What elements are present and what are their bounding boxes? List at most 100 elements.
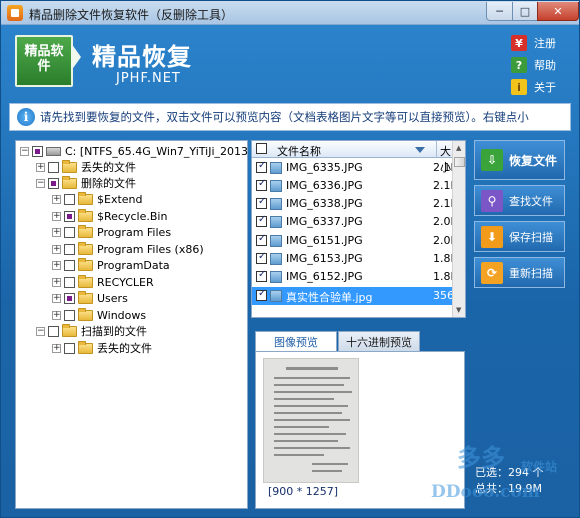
image-file-icon bbox=[270, 180, 282, 192]
tree-checkbox[interactable] bbox=[32, 145, 43, 157]
file-row[interactable]: IMG_6336.JPG 2.1M bbox=[252, 177, 460, 195]
file-row[interactable]: IMG_6337.JPG 2.0M bbox=[252, 213, 460, 231]
file-checkbox[interactable] bbox=[256, 196, 267, 209]
folder-icon bbox=[62, 175, 77, 189]
maximize-button[interactable]: □ bbox=[512, 2, 538, 21]
close-button[interactable]: ✕ bbox=[537, 2, 579, 21]
tree-checkbox[interactable] bbox=[64, 243, 75, 255]
cart-icon: ¥ bbox=[511, 35, 527, 51]
file-checkbox[interactable] bbox=[256, 178, 267, 191]
file-name: IMG_6151.JPG bbox=[286, 234, 363, 247]
tree-node-scanned-files[interactable]: − 扫描到的文件 bbox=[36, 323, 147, 339]
sort-arrow-icon[interactable] bbox=[415, 147, 425, 153]
register-label: 注册 bbox=[534, 37, 556, 50]
scroll-down-icon[interactable]: ▼ bbox=[456, 306, 461, 314]
recover-label: 恢复文件 bbox=[509, 153, 558, 168]
folder-icon bbox=[62, 159, 77, 173]
tree-checkbox[interactable] bbox=[64, 276, 75, 288]
file-row[interactable]: IMG_6338.JPG 2.1M bbox=[252, 195, 460, 213]
folder-icon bbox=[62, 323, 77, 337]
file-checkbox[interactable] bbox=[256, 233, 267, 246]
tree-checkbox[interactable] bbox=[64, 342, 75, 354]
column-divider[interactable] bbox=[436, 141, 437, 158]
tree-node-drive-c[interactable]: − C: [NTFS_65.4G_Win7_YiTiJi_2013-04-0 bbox=[20, 143, 247, 159]
file-checkbox[interactable] bbox=[256, 269, 267, 282]
expand-icon[interactable]: + bbox=[52, 211, 61, 221]
tree-node-extend[interactable]: + $Extend bbox=[52, 191, 143, 207]
expand-icon[interactable]: + bbox=[52, 194, 61, 204]
file-checkbox[interactable] bbox=[256, 288, 267, 301]
app-logo: 精品软件 bbox=[15, 35, 73, 87]
logo-arrow-icon bbox=[71, 43, 81, 71]
info-circle-icon: i bbox=[17, 108, 35, 126]
tree-node-programdata[interactable]: + ProgramData bbox=[52, 257, 170, 273]
rescan-button[interactable]: ⟳ 重新扫描 bbox=[474, 257, 565, 288]
file-row[interactable]: IMG_6153.JPG 1.8M bbox=[252, 250, 460, 268]
tree-checkbox[interactable] bbox=[64, 292, 75, 304]
collapse-icon[interactable]: − bbox=[20, 146, 29, 156]
tree-checkbox[interactable] bbox=[48, 177, 59, 189]
magnifier-icon: ⚲ bbox=[481, 189, 503, 212]
expand-icon[interactable]: + bbox=[52, 343, 61, 353]
info-bar: i 请先找到要恢复的文件，双击文件可以预览内容（文档表格图片文字等可以直接预览）… bbox=[9, 103, 571, 131]
tab-image-preview[interactable]: 图像预览 bbox=[255, 331, 337, 351]
expand-icon[interactable]: + bbox=[52, 293, 61, 303]
file-row[interactable]: IMG_6151.JPG 2.0M bbox=[252, 232, 460, 250]
tree-checkbox[interactable] bbox=[64, 309, 75, 321]
file-checkbox[interactable] bbox=[256, 251, 267, 264]
file-row[interactable]: IMG_6152.JPG 1.8M bbox=[252, 268, 460, 286]
tree-label: Program Files bbox=[97, 225, 172, 239]
file-row[interactable]: IMG_6335.JPG 2.1M bbox=[252, 159, 460, 177]
tree-node-users[interactable]: + Users bbox=[52, 290, 128, 306]
tree-node-deleted-files[interactable]: − 删除的文件 bbox=[36, 175, 136, 191]
tree-node-program-files-x86[interactable]: + Program Files (x86) bbox=[52, 241, 204, 257]
about-link[interactable]: i 关于 bbox=[511, 78, 556, 96]
expand-icon[interactable]: + bbox=[36, 162, 45, 172]
find-files-button[interactable]: ⚲ 查找文件 bbox=[474, 185, 565, 216]
tree-checkbox[interactable] bbox=[64, 259, 75, 271]
info-text: 请先找到要恢复的文件，双击文件可以预览内容（文档表格图片文字等可以直接预览）。右… bbox=[40, 110, 529, 124]
image-file-icon bbox=[270, 216, 282, 228]
file-name: IMG_6152.JPG bbox=[286, 270, 363, 283]
column-header-name[interactable]: 文件名称 bbox=[277, 143, 321, 159]
image-preview-panel: [900 * 1257] bbox=[255, 351, 465, 509]
collapse-icon[interactable]: − bbox=[36, 178, 45, 188]
rescan-label: 重新扫描 bbox=[509, 266, 553, 280]
expand-icon[interactable]: + bbox=[52, 310, 61, 320]
tree-label: 丢失的文件 bbox=[97, 342, 152, 355]
tree-checkbox[interactable] bbox=[64, 210, 75, 222]
tree-node-scanned-lost[interactable]: + 丢失的文件 bbox=[52, 340, 152, 356]
expand-icon[interactable]: + bbox=[52, 227, 61, 237]
tree-checkbox[interactable] bbox=[48, 325, 59, 337]
tree-checkbox[interactable] bbox=[64, 226, 75, 238]
help-link[interactable]: ? 帮助 bbox=[511, 56, 556, 74]
recover-files-button[interactable]: ⇩ 恢复文件 bbox=[474, 140, 565, 180]
tree-checkbox[interactable] bbox=[48, 161, 59, 173]
tree-label: $Recycle.Bin bbox=[97, 209, 168, 223]
collapse-icon[interactable]: − bbox=[36, 326, 45, 336]
tree-node-program-files[interactable]: + Program Files bbox=[52, 224, 171, 240]
tab-hex-preview[interactable]: 十六进制预览 bbox=[338, 331, 420, 351]
file-row-selected[interactable]: 真实性合验单.jpg 356.3 bbox=[252, 287, 465, 305]
tree-node-windows[interactable]: + Windows bbox=[52, 307, 146, 323]
file-checkbox[interactable] bbox=[256, 160, 267, 173]
register-link[interactable]: ¥ 注册 bbox=[511, 34, 556, 52]
minimize-button[interactable]: ─ bbox=[486, 2, 513, 21]
save-scan-button[interactable]: ⬇ 保存扫描 bbox=[474, 221, 565, 252]
expand-icon[interactable]: + bbox=[52, 260, 61, 270]
expand-icon[interactable]: + bbox=[52, 277, 61, 287]
tree-node-recycle-bin[interactable]: + $Recycle.Bin bbox=[52, 208, 167, 224]
select-all-checkbox[interactable] bbox=[256, 143, 267, 154]
tree-node-lost-files[interactable]: + 丢失的文件 bbox=[36, 159, 136, 175]
tree-checkbox[interactable] bbox=[64, 193, 75, 205]
file-checkbox[interactable] bbox=[256, 214, 267, 227]
scrollbar-thumb[interactable] bbox=[454, 157, 465, 167]
expand-icon[interactable]: + bbox=[52, 244, 61, 254]
scroll-up-icon[interactable]: ▲ bbox=[456, 144, 461, 152]
tree-node-recycler[interactable]: + RECYCLER bbox=[52, 274, 154, 290]
tree-label: $Extend bbox=[97, 192, 143, 206]
file-list[interactable]: 文件名称 大小 IMG_6335.JPG 2.1M IMG_6336.JPG 2… bbox=[251, 140, 466, 318]
tree-label: ProgramData bbox=[97, 258, 170, 272]
file-list-scrollbar[interactable]: ▲ ▼ bbox=[452, 141, 465, 317]
folder-tree[interactable]: − C: [NTFS_65.4G_Win7_YiTiJi_2013-04-0 +… bbox=[15, 140, 248, 509]
